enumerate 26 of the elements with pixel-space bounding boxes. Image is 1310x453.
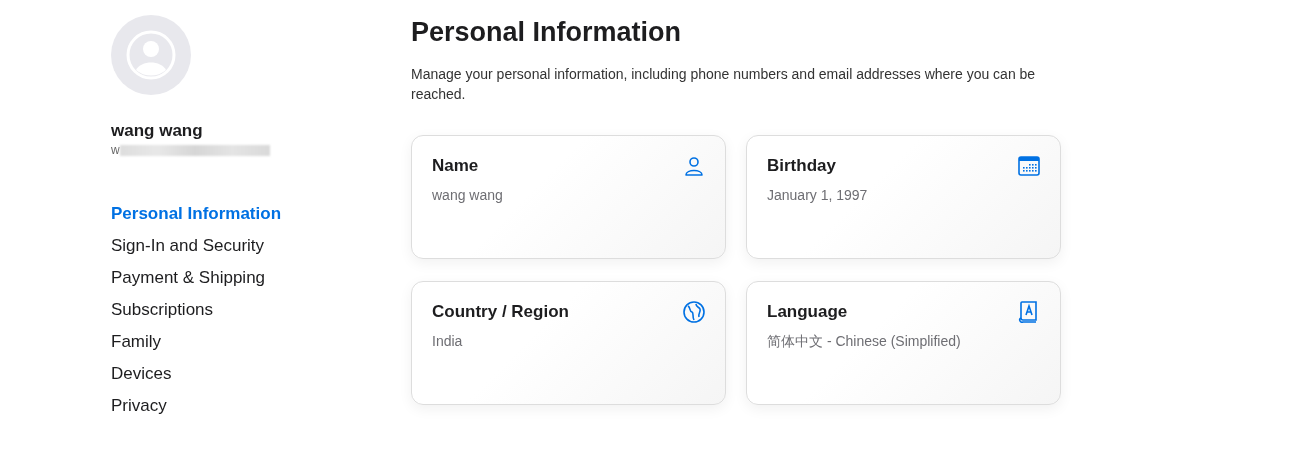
card-value: January 1, 1997 bbox=[767, 186, 869, 204]
profile-email: w bbox=[111, 142, 120, 159]
page-title: Personal Information bbox=[411, 16, 683, 49]
nav-link[interactable]: Personal Information bbox=[111, 198, 282, 230]
calendar-icon bbox=[1017, 154, 1041, 178]
info-card[interactable]: Name wang wang bbox=[411, 135, 726, 259]
nav-link[interactable]: Payment & Shipping bbox=[111, 262, 266, 294]
card-title: Language bbox=[767, 301, 848, 323]
nav-link[interactable]: Sign-In and Security bbox=[111, 230, 265, 262]
nav-link[interactable]: Family bbox=[111, 326, 162, 358]
nav-link[interactable]: Privacy bbox=[111, 390, 167, 422]
page-description: Manage your personal information, including phone numbers and email addresses where you can be reached. bbox=[411, 65, 1037, 104]
nav-link[interactable]: Devices bbox=[111, 358, 172, 390]
info-card[interactable]: Country / Region India bbox=[411, 281, 726, 405]
card-title: Birthday bbox=[767, 155, 836, 177]
globe-icon bbox=[682, 300, 706, 324]
card-value: wang wang bbox=[432, 186, 504, 204]
card-title: Name bbox=[432, 155, 479, 177]
info-card[interactable]: Birthday January 1, 1997 bbox=[746, 135, 1061, 259]
card-title: Country / Region bbox=[432, 301, 569, 323]
card-value: India bbox=[432, 332, 464, 350]
card-value: 简体中文 - Chinese (Simplified) bbox=[767, 332, 962, 350]
nav-link[interactable]: Subscriptions bbox=[111, 294, 214, 326]
profile-name: wang wang bbox=[111, 120, 204, 142]
info-card[interactable]: Language 简体中文 - Chinese (Simplified) bbox=[746, 281, 1061, 405]
person-icon bbox=[682, 154, 706, 178]
